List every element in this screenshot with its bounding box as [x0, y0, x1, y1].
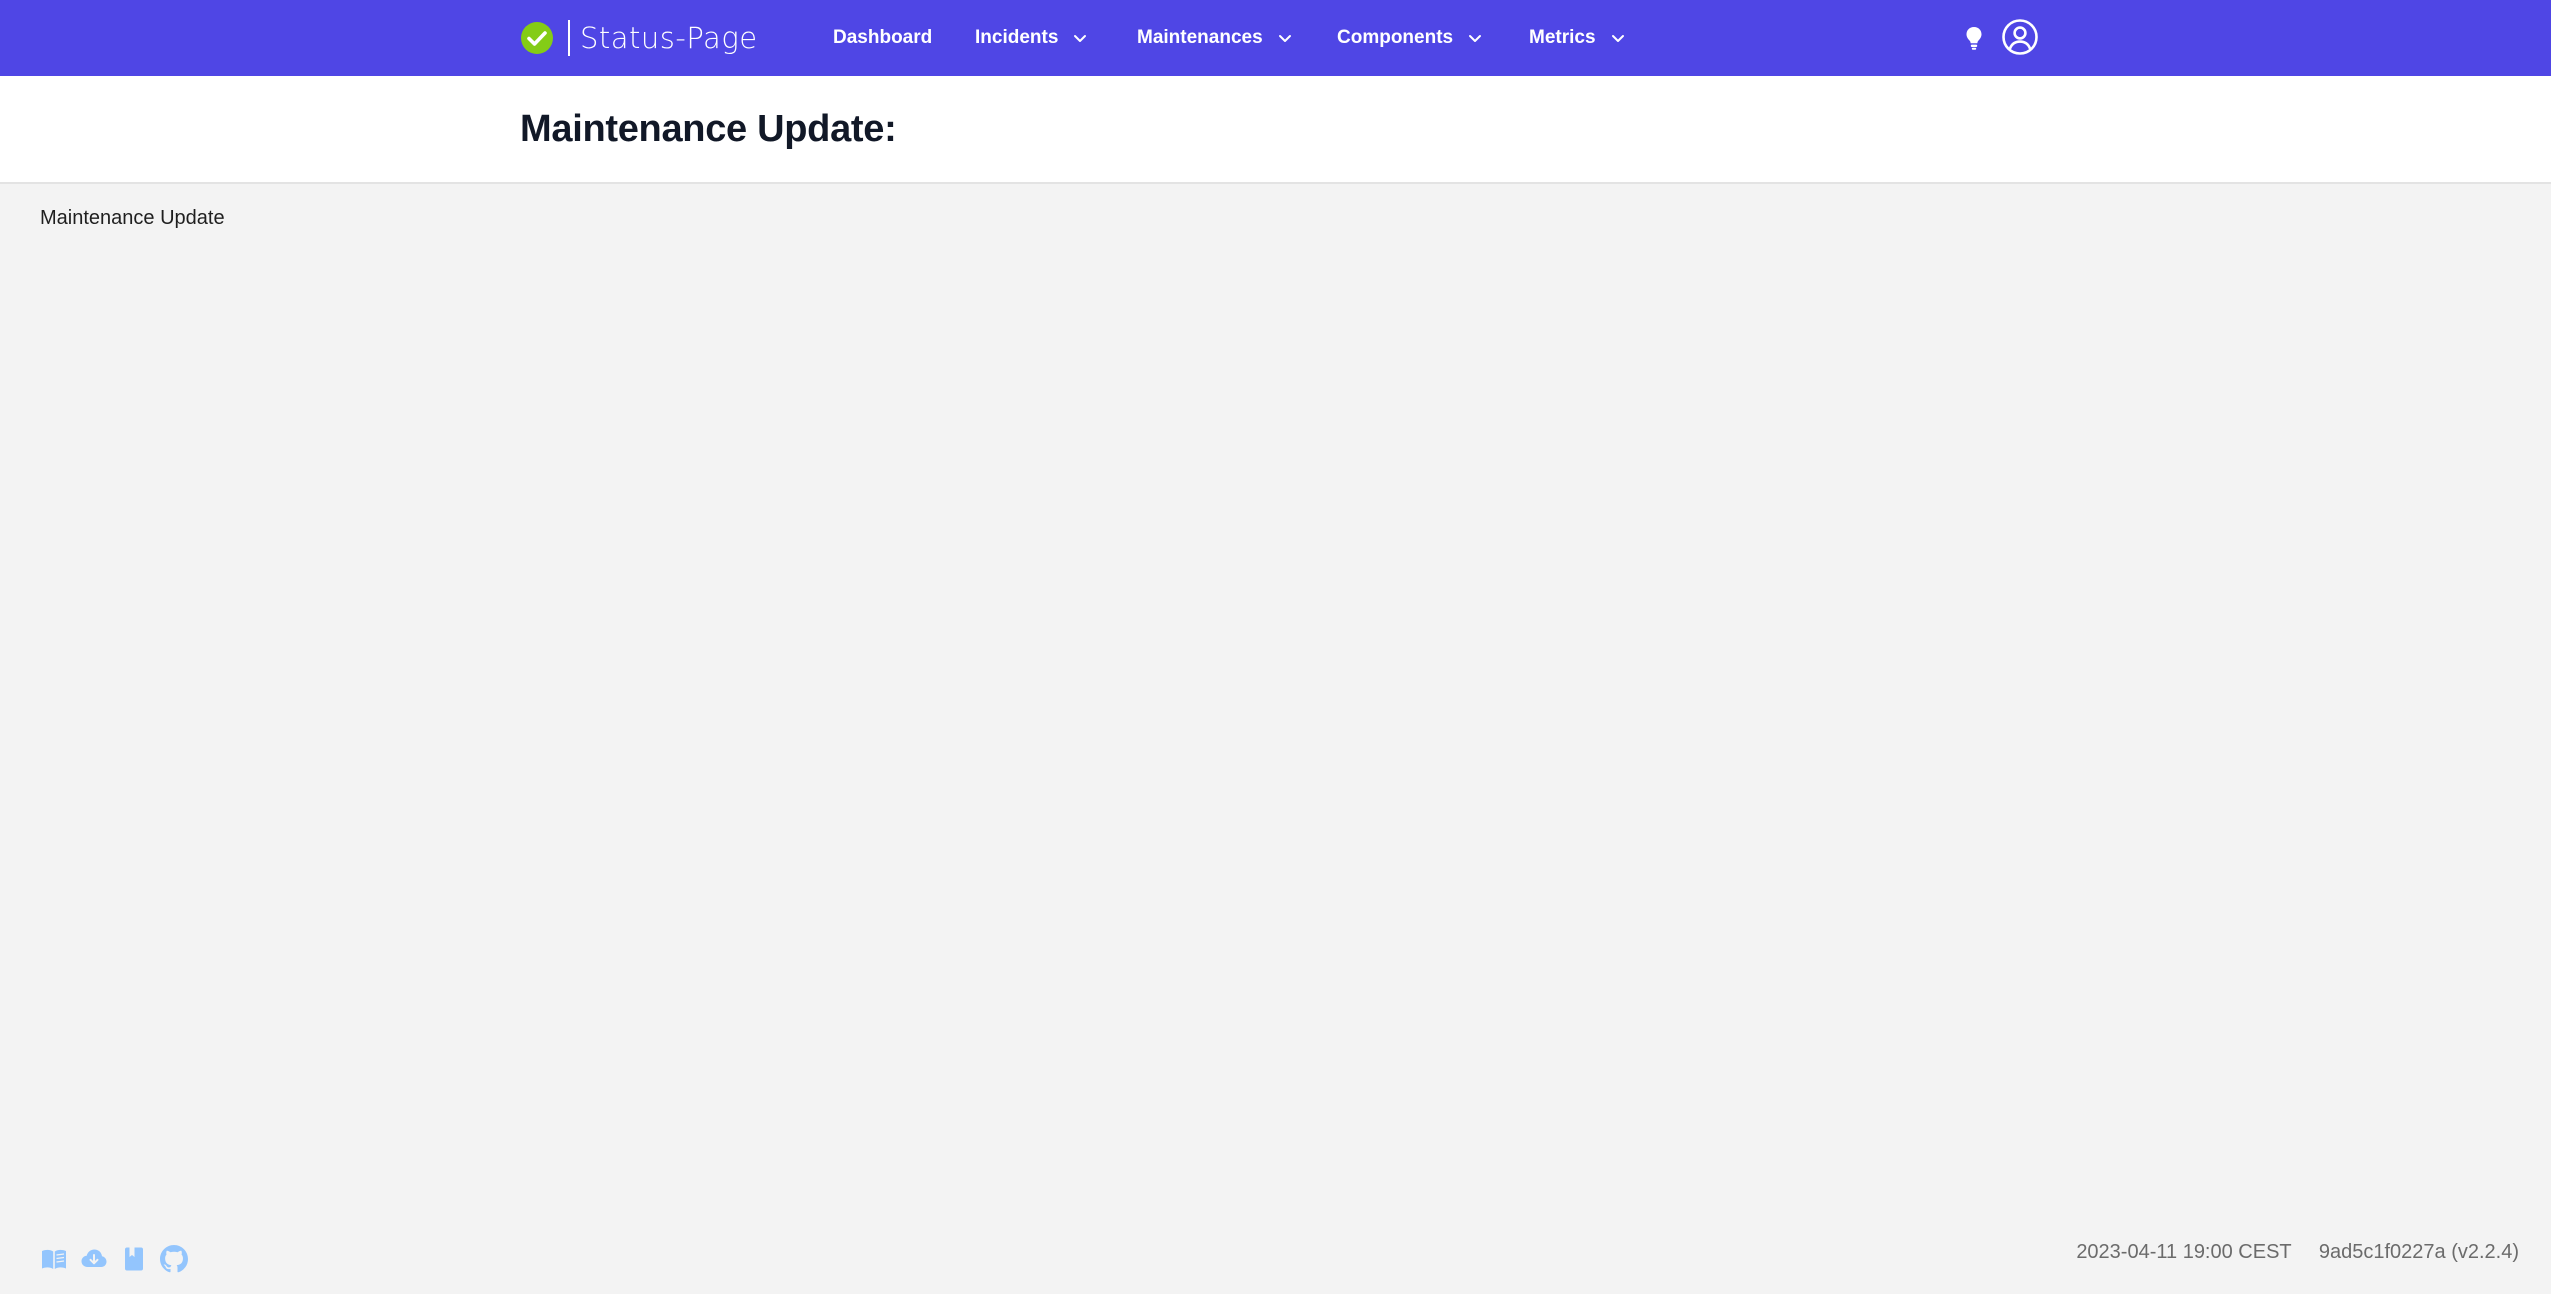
cloud-download-icon[interactable]: [80, 1245, 108, 1273]
chevron-down-icon: [1074, 35, 1087, 42]
nav-components-label: Components: [1337, 27, 1454, 48]
chevron-down-icon: [1278, 35, 1291, 42]
user-circle-icon[interactable]: [2001, 18, 2039, 56]
brand-link[interactable]: Status-Page: [520, 17, 758, 59]
github-icon[interactable]: [160, 1245, 188, 1273]
book-open-icon[interactable]: [40, 1245, 68, 1273]
footer-meta: 2023-04-11 19:00 CEST 9ad5c1f0227a (v2.2…: [2076, 1241, 2519, 1264]
brand-name: Status-Page: [580, 21, 758, 55]
nav-dashboard[interactable]: Dashboard: [833, 0, 932, 76]
page-title: Maintenance Update:: [520, 108, 897, 150]
lightbulb-icon[interactable]: [1963, 25, 1985, 51]
maintenance-update-text: Maintenance Update: [40, 207, 225, 229]
chevron-down-icon: [1469, 35, 1482, 42]
footer-links: [40, 1245, 200, 1273]
nav-incidents-label: Incidents: [975, 27, 1059, 48]
brand-divider: [568, 20, 570, 56]
nav-metrics[interactable]: Metrics: [1529, 0, 1626, 76]
nav-components[interactable]: Components: [1337, 0, 1483, 76]
nav-metrics-label: Metrics: [1529, 27, 1596, 48]
page-header: Maintenance Update:: [0, 76, 2551, 184]
footer-version[interactable]: 9ad5c1f0227a (v2.2.4): [2319, 1241, 2519, 1263]
footer-timestamp: 2023-04-11 19:00 CEST: [2076, 1241, 2292, 1263]
bookmark-icon[interactable]: [120, 1245, 148, 1273]
nav-incidents[interactable]: Incidents: [975, 0, 1088, 76]
nav-maintenances[interactable]: Maintenances: [1137, 0, 1293, 76]
check-circle-icon: [521, 22, 553, 54]
chevron-down-icon: [1611, 35, 1624, 42]
nav-maintenances-label: Maintenances: [1137, 27, 1263, 48]
nav-dashboard-label: Dashboard: [833, 27, 933, 48]
top-navbar: Status-Page Dashboard Incidents Maintena…: [0, 0, 2551, 76]
